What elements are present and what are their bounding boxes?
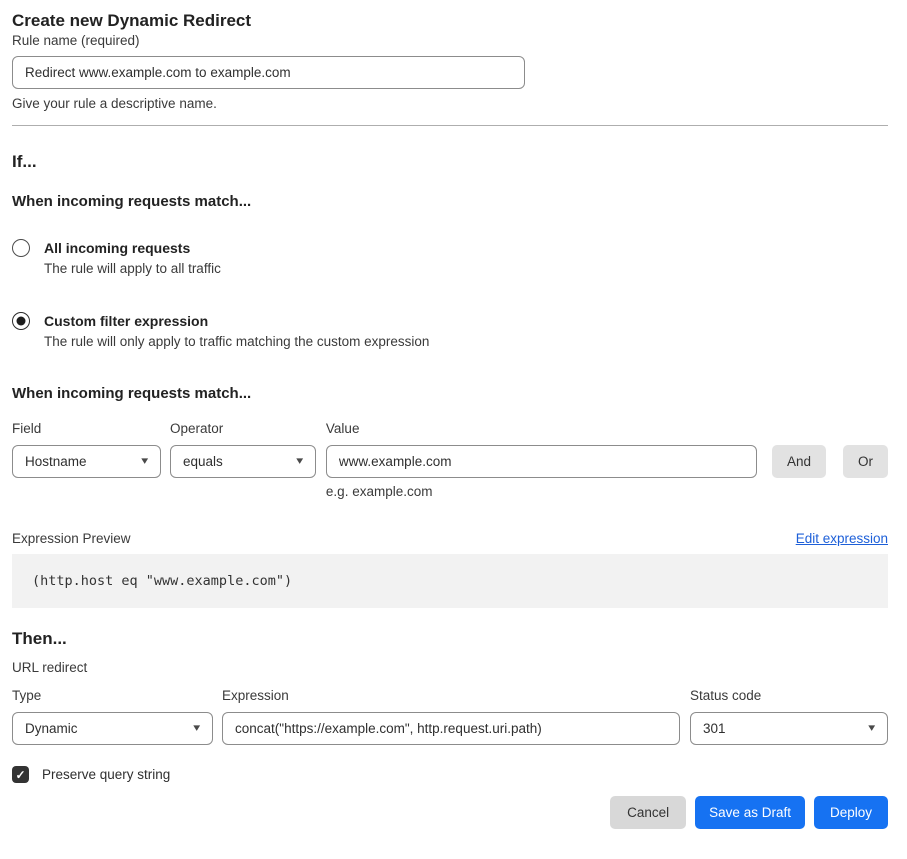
radio-option-all-requests[interactable]: All incoming requests The rule will appl… [12, 239, 888, 277]
operator-select-value: equals [183, 454, 223, 469]
form-actions: Cancel Save as Draft Deploy [12, 796, 888, 829]
radio-option-custom-filter[interactable]: Custom filter expression The rule will o… [12, 312, 888, 350]
rule-name-input[interactable] [12, 56, 525, 89]
condition-heading: When incoming requests match... [12, 385, 888, 403]
expression-preview-row: Expression Preview Edit expression [12, 531, 888, 546]
expression-preview-code: (http.host eq "www.example.com") [12, 554, 888, 608]
preserve-query-string-row[interactable]: ✓ Preserve query string [12, 766, 888, 783]
expression-label: Expression [222, 687, 680, 704]
radio-label-custom-filter[interactable]: Custom filter expression [44, 312, 429, 330]
chevron-down-icon: ▾ [142, 456, 149, 467]
chevron-down-icon: ▾ [297, 456, 304, 467]
page-title: Create new Dynamic Redirect [12, 10, 888, 32]
rule-name-label: Rule name (required) [12, 33, 140, 48]
match-heading: When incoming requests match... [12, 193, 888, 211]
condition-row: Field Hostname ▾ Operator equals ▾ Value… [12, 420, 888, 499]
value-hint: e.g. example.com [326, 484, 757, 499]
edit-expression-link[interactable]: Edit expression [796, 531, 888, 546]
check-icon: ✓ [15, 769, 25, 781]
section-divider [12, 125, 888, 126]
value-input[interactable] [326, 445, 757, 478]
type-select[interactable]: Dynamic ▾ [12, 712, 213, 745]
then-heading: Then... [12, 628, 888, 649]
redirect-row: Type Dynamic ▾ Expression Status code 30… [12, 687, 888, 745]
create-redirect-form: Create new Dynamic Redirect Rule name (r… [0, 0, 907, 843]
radio-desc-all-requests: The rule will apply to all traffic [44, 260, 221, 277]
preserve-query-string-label[interactable]: Preserve query string [42, 767, 170, 782]
type-label: Type [12, 687, 213, 704]
chevron-down-icon: ▾ [869, 723, 876, 734]
status-code-label: Status code [690, 687, 888, 704]
save-as-draft-button[interactable]: Save as Draft [695, 796, 805, 829]
status-code-select-value: 301 [703, 721, 726, 736]
expression-input[interactable] [222, 712, 680, 745]
type-select-value: Dynamic [25, 721, 78, 736]
radio-all-requests[interactable] [12, 239, 30, 257]
field-select[interactable]: Hostname ▾ [12, 445, 161, 478]
radio-label-all-requests[interactable]: All incoming requests [44, 239, 221, 257]
chevron-down-icon: ▾ [194, 723, 201, 734]
if-heading: If... [12, 151, 888, 172]
field-label: Field [12, 420, 161, 437]
deploy-button[interactable]: Deploy [814, 796, 888, 829]
radio-desc-custom-filter: The rule will only apply to traffic matc… [44, 333, 429, 350]
operator-select[interactable]: equals ▾ [170, 445, 316, 478]
status-code-select[interactable]: 301 ▾ [690, 712, 888, 745]
operator-label: Operator [170, 420, 316, 437]
and-button[interactable]: And [772, 445, 826, 478]
value-label: Value [326, 420, 757, 437]
url-redirect-label: URL redirect [12, 660, 888, 675]
preserve-query-string-checkbox[interactable]: ✓ [12, 766, 29, 783]
radio-custom-filter[interactable] [12, 312, 30, 330]
or-button[interactable]: Or [843, 445, 888, 478]
expression-preview-label: Expression Preview [12, 531, 131, 546]
field-select-value: Hostname [25, 454, 87, 469]
rule-name-helper: Give your rule a descriptive name. [12, 95, 888, 112]
cancel-button[interactable]: Cancel [610, 796, 686, 829]
